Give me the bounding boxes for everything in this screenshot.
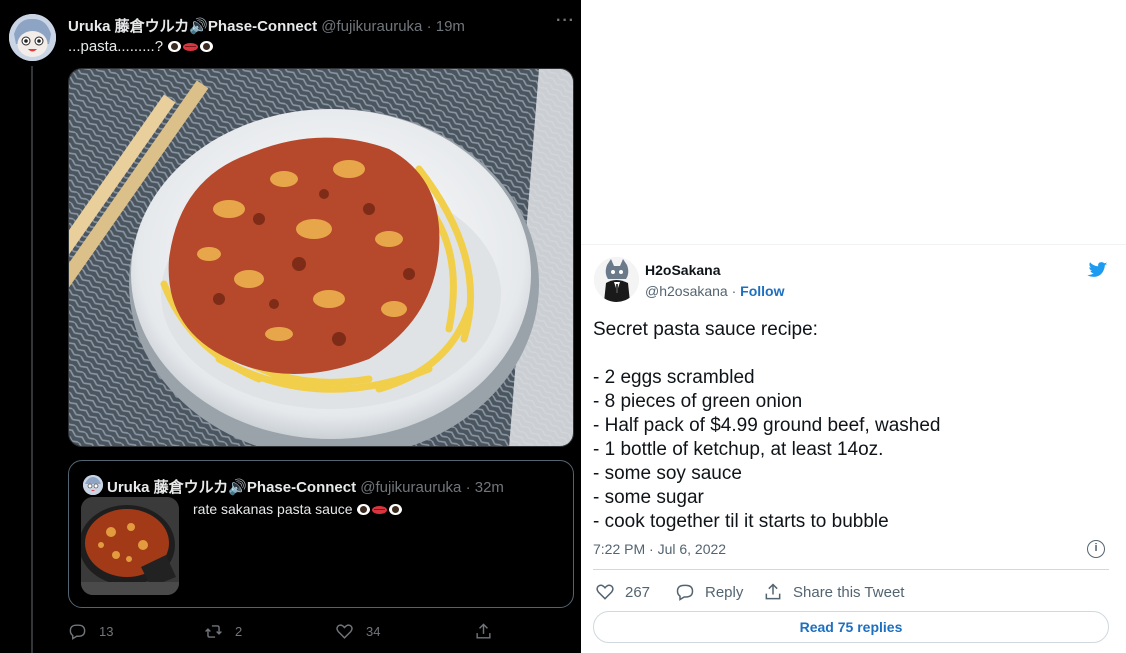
body-line: - cook together til it starts to bubble xyxy=(593,511,889,532)
quoted-tweet-text: rate sakanas pasta sauce xyxy=(193,501,403,517)
eye-emoji-icon xyxy=(389,504,403,515)
author-avatar[interactable] xyxy=(594,257,639,302)
share-icon xyxy=(476,622,491,639)
thread-line xyxy=(31,66,33,653)
tweet-time[interactable]: · 19m xyxy=(427,18,465,35)
reply-button[interactable]: Reply xyxy=(675,581,743,603)
tweet-header: Uruka 藤倉ウルカ🔊Phase-Connect @fujikurauruka… xyxy=(68,15,465,36)
twitter-bird-icon[interactable] xyxy=(1084,258,1108,278)
share-button[interactable] xyxy=(474,620,505,642)
tweet-text: ...pasta.........? xyxy=(68,38,214,55)
body-line: - some soy sauce xyxy=(593,463,742,484)
handle-separator: · xyxy=(731,283,737,299)
heart-icon xyxy=(596,584,614,600)
like-button[interactable]: 267 xyxy=(595,581,650,603)
dark-tweet-card: Uruka 藤倉ウルカ🔊Phase-Connect @fujikurauruka… xyxy=(0,0,581,653)
share-tweet-button[interactable]: Share this Tweet xyxy=(763,581,904,603)
quoted-author-avatar xyxy=(83,475,103,495)
quoted-tweet-thumbnail xyxy=(81,497,179,595)
tweet-photo[interactable] xyxy=(68,68,574,447)
body-line: Secret pasta sauce recipe: xyxy=(593,319,818,340)
like-count: 34 xyxy=(366,623,381,639)
quoted-tweet-header: Uruka 藤倉ウルカ🔊Phase-Connect @fujikurauruka… xyxy=(107,476,504,497)
body-line: - Half pack of $4.99 ground beef, washed xyxy=(593,415,941,436)
retweet-button[interactable]: 2 xyxy=(204,620,242,642)
author-handle[interactable]: @h2osakana xyxy=(645,283,728,299)
body-line: - some sugar xyxy=(593,487,704,508)
reply-button[interactable]: 13 xyxy=(68,620,113,642)
share-label: Share this Tweet xyxy=(793,583,905,601)
eye-emoji-icon xyxy=(357,504,371,515)
divider xyxy=(593,569,1109,570)
quoted-tweet[interactable]: Uruka 藤倉ウルカ🔊Phase-Connect @fujikurauruka… xyxy=(68,460,574,608)
quoted-author-name: Uruka 藤倉ウルカ🔊Phase-Connect xyxy=(107,479,357,496)
embedded-tweet-card: H2oSakana @h2osakana · Follow Secret pas… xyxy=(581,244,1126,653)
eye-emoji-icon xyxy=(200,41,214,52)
reply-count: 13 xyxy=(99,623,114,639)
tweet-body: Secret pasta sauce recipe: - 2 eggs scra… xyxy=(593,318,941,534)
follow-button[interactable]: Follow xyxy=(740,283,784,299)
body-line xyxy=(593,342,941,366)
retweet-icon xyxy=(205,624,222,638)
lips-emoji-icon xyxy=(183,43,199,51)
quoted-tweet-text-content: rate sakanas pasta sauce xyxy=(193,501,353,517)
like-button[interactable]: 34 xyxy=(335,620,380,642)
more-options-icon[interactable]: ··· xyxy=(556,12,575,30)
like-count: 267 xyxy=(625,583,651,601)
author-handle[interactable]: @fujikurauruka xyxy=(321,18,422,35)
author-avatar[interactable] xyxy=(9,14,56,61)
quoted-author-handle: @fujikurauruka xyxy=(360,479,462,496)
share-icon xyxy=(765,583,781,600)
card-border xyxy=(581,244,1126,245)
reply-icon xyxy=(676,584,694,601)
reply-icon xyxy=(69,623,86,640)
body-line: - 2 eggs scrambled xyxy=(593,367,755,388)
retweet-count: 2 xyxy=(235,623,243,639)
tweet-text-content: ...pasta.........? xyxy=(68,38,164,55)
reply-label: Reply xyxy=(705,583,744,601)
eye-emoji-icon xyxy=(168,41,182,52)
read-replies-button[interactable]: Read 75 replies xyxy=(593,611,1109,643)
author-name[interactable]: Uruka 藤倉ウルカ🔊Phase-Connect xyxy=(68,18,317,35)
author-handle-row: @h2osakana · Follow xyxy=(645,283,785,299)
author-name[interactable]: H2oSakana xyxy=(645,262,720,278)
body-line: - 1 bottle of ketchup, at least 14oz. xyxy=(593,439,884,460)
quoted-tweet-time: · 32m xyxy=(465,479,504,496)
tweet-timestamp[interactable]: 7:22 PM · Jul 6, 2022 xyxy=(593,541,726,557)
info-icon[interactable]: i xyxy=(1087,540,1105,558)
heart-icon xyxy=(336,623,353,639)
body-line: - 8 pieces of green onion xyxy=(593,391,803,412)
lips-emoji-icon xyxy=(372,506,388,514)
